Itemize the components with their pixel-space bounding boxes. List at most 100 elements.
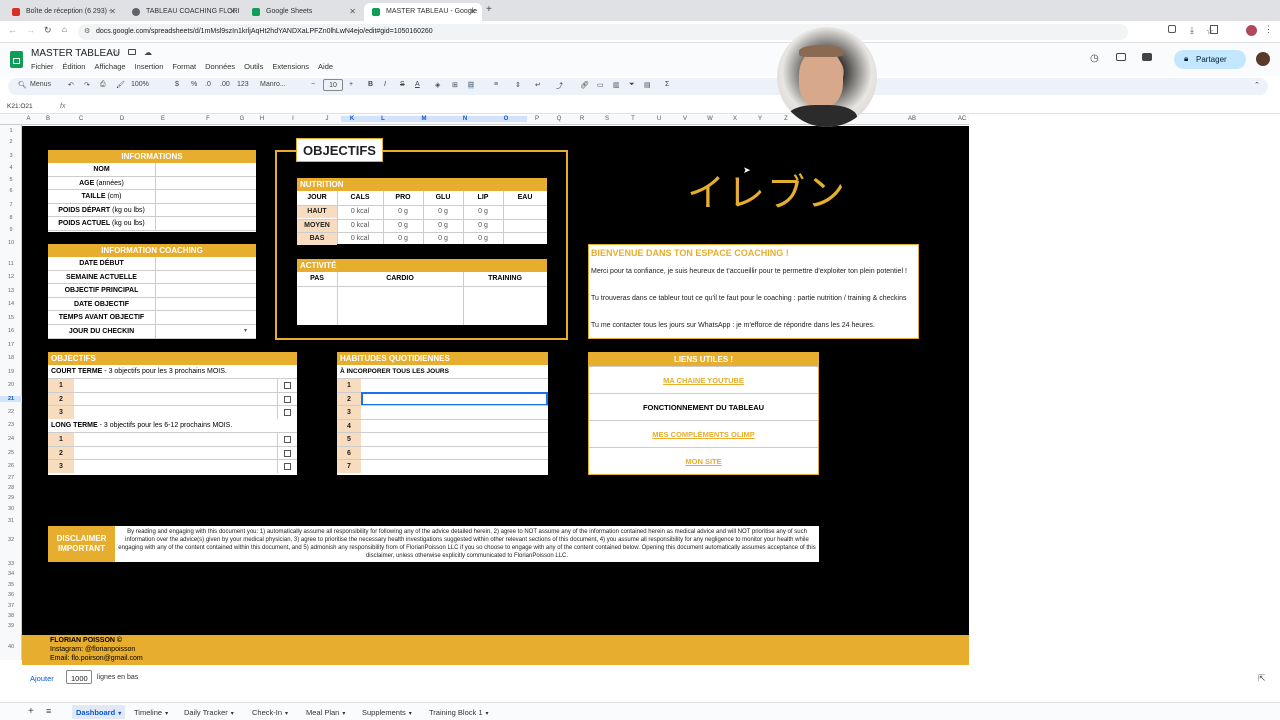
paint-format-icon[interactable]: 🖌︎ xyxy=(116,81,125,89)
useful-link[interactable]: MA CHAINE YOUTUBE xyxy=(589,376,818,385)
font-select[interactable]: Manro... xyxy=(260,81,286,88)
link-row[interactable]: MES COMPLÉMENTS OLIMP xyxy=(589,420,818,447)
row-header[interactable]: 27 xyxy=(0,475,22,481)
sidebar-icon[interactable] xyxy=(1210,25,1218,34)
menu-format[interactable]: Format xyxy=(172,62,196,71)
row-header[interactable]: 33 xyxy=(0,561,22,567)
profile-avatar[interactable] xyxy=(1246,25,1257,36)
link-row[interactable]: FONCTIONNEMENT DU TABLEAU xyxy=(589,393,818,420)
useful-link[interactable]: MON SITE xyxy=(589,457,818,466)
row-header[interactable]: 34 xyxy=(0,571,22,577)
row-header[interactable]: 37 xyxy=(0,603,22,609)
long-term-goal-row[interactable]: 1 xyxy=(48,432,297,446)
search-menus-icon[interactable]: 🔍︎ xyxy=(18,81,27,89)
nutrition-value[interactable]: 0 kcal xyxy=(337,222,383,229)
forward-icon[interactable]: → xyxy=(26,25,35,35)
link-row[interactable]: MON SITE xyxy=(589,447,818,474)
extensions-icon[interactable] xyxy=(1168,25,1176,33)
nutrition-value[interactable]: 0 g xyxy=(423,235,463,242)
nutrition-value[interactable]: 0 g xyxy=(463,235,503,242)
row-header[interactable]: 6 xyxy=(0,188,22,194)
increase-decimals-button[interactable]: .00 xyxy=(220,81,230,88)
sheet-canvas[interactable]: INFORMATIONS NOM AGE (années) TAILLE (cm) P… xyxy=(22,126,969,665)
borders-icon[interactable]: ⊞ xyxy=(452,81,458,89)
row-header[interactable]: 9 xyxy=(0,227,22,233)
long-term-goal-row[interactable]: 2 xyxy=(48,445,297,460)
habit-row[interactable]: 4 xyxy=(337,418,548,433)
share-button[interactable]: 🔒︎ Partager xyxy=(1174,50,1246,69)
move-folder-icon[interactable] xyxy=(128,49,136,55)
short-term-goal-row[interactable]: 3 xyxy=(48,405,297,419)
row-header[interactable]: 5 xyxy=(0,177,22,183)
number-format-button[interactable]: 123 xyxy=(237,81,249,88)
text-wrap-icon[interactable]: ↵ xyxy=(535,81,541,89)
column-header[interactable]: E xyxy=(143,116,183,122)
column-header[interactable]: K xyxy=(341,116,363,122)
nutrition-value[interactable]: 0 g xyxy=(423,222,463,229)
browser-tab-sheets[interactable]: Google Sheets ✕ xyxy=(244,3,362,21)
goal-checkbox[interactable] xyxy=(284,382,291,389)
menu-insertion[interactable]: Insertion xyxy=(135,62,164,71)
menu-aide[interactable]: Aide xyxy=(318,62,333,71)
row-header[interactable]: 30 xyxy=(0,506,22,512)
habit-row[interactable]: 2 xyxy=(337,391,548,406)
info-value-cell[interactable] xyxy=(155,217,256,230)
chevron-down-icon[interactable]: ▾ xyxy=(486,711,489,717)
font-size-input[interactable]: 10 xyxy=(323,79,343,91)
long-term-goal-row[interactable]: 3 xyxy=(48,459,297,473)
row-header[interactable]: 7 xyxy=(0,202,22,208)
italic-button[interactable]: I xyxy=(384,81,386,88)
row-header[interactable]: 8 xyxy=(0,215,22,221)
column-header[interactable]: R xyxy=(571,116,593,122)
chevron-down-icon[interactable]: ▾ xyxy=(285,711,288,717)
bold-button[interactable]: B xyxy=(368,81,373,88)
row-header[interactable]: 11 xyxy=(0,261,22,267)
filter-icon[interactable]: ⏷ xyxy=(629,81,635,89)
column-header[interactable]: S xyxy=(593,116,621,122)
text-color-button[interactable]: A xyxy=(415,81,420,88)
column-header[interactable]: I xyxy=(273,116,313,122)
menu-affichage[interactable]: Affichage xyxy=(94,62,125,71)
close-icon[interactable]: ✕ xyxy=(349,7,356,16)
currency-button[interactable]: $ xyxy=(175,81,179,88)
column-header[interactable]: M xyxy=(403,116,445,122)
column-header[interactable]: B xyxy=(35,116,61,122)
nutrition-value[interactable]: 0 g xyxy=(383,235,423,242)
column-header[interactable]: V xyxy=(673,116,697,122)
habit-row[interactable]: 6 xyxy=(337,445,548,460)
column-header[interactable]: N xyxy=(445,116,485,122)
undo-icon[interactable]: ↶ xyxy=(68,81,74,89)
filter-views-icon[interactable]: ▤ xyxy=(644,81,651,89)
column-header[interactable]: G xyxy=(233,116,251,122)
info-value-cell[interactable] xyxy=(155,190,256,203)
menu-donnees[interactable]: Données xyxy=(205,62,235,71)
merge-cells-icon[interactable]: ⊟ xyxy=(468,81,474,89)
row-header[interactable]: 17 xyxy=(0,342,22,348)
functions-button[interactable]: Σ xyxy=(665,81,669,88)
comments-icon[interactable] xyxy=(1116,53,1126,61)
info-value-cell[interactable] xyxy=(155,163,256,176)
row-header[interactable]: 25 xyxy=(0,450,22,456)
column-header[interactable]: Y xyxy=(747,116,773,122)
row-header[interactable]: 1 xyxy=(0,128,22,134)
zoom-select[interactable]: 100% xyxy=(131,81,149,88)
habit-row[interactable]: 1 xyxy=(337,378,548,392)
column-header[interactable]: C xyxy=(61,116,101,122)
row-header[interactable]: 32 xyxy=(0,537,22,543)
goal-checkbox[interactable] xyxy=(284,449,291,457)
close-icon[interactable]: ✕ xyxy=(469,7,476,16)
row-header[interactable]: 18 xyxy=(0,355,22,361)
habit-row[interactable]: 5 xyxy=(337,432,548,446)
menu-extensions[interactable]: Extensions xyxy=(272,62,309,71)
column-header[interactable]: A xyxy=(22,116,35,122)
row-header[interactable]: 38 xyxy=(0,613,22,619)
habit-row[interactable]: 7 xyxy=(337,459,548,473)
row-header[interactable]: 39 xyxy=(0,623,22,629)
insert-link-icon[interactable]: 🔗︎ xyxy=(580,81,589,89)
row-header[interactable]: 29 xyxy=(0,495,22,501)
percent-button[interactable]: % xyxy=(191,81,197,88)
goal-checkbox[interactable] xyxy=(284,395,291,403)
useful-link[interactable]: MES COMPLÉMENTS OLIMP xyxy=(589,430,818,439)
nutrition-value[interactable]: 0 g xyxy=(423,208,463,215)
print-icon[interactable]: ⎙ xyxy=(100,81,106,89)
